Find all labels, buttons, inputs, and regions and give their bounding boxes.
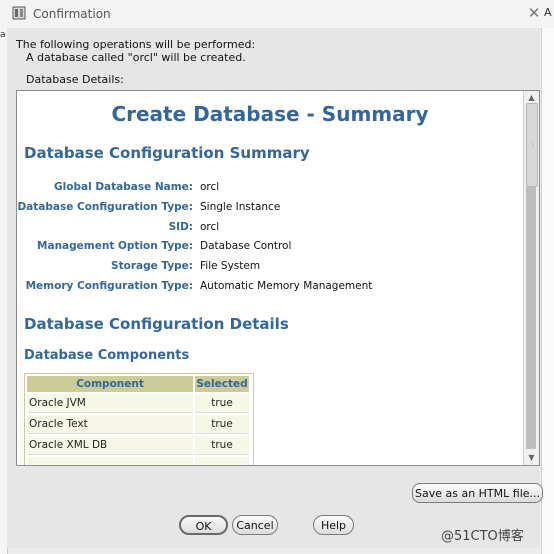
component-cell: Oracle XML DB <box>27 436 194 455</box>
config-details-heading: Database Configuration Details <box>24 315 289 333</box>
summary-content: Create Database - Summary Database Confi… <box>17 91 523 465</box>
grip-icon: ⋮ <box>530 141 536 148</box>
background-window-text-left: a <box>0 30 6 40</box>
watermark: @51CTO博客 <box>441 529 524 544</box>
scroll-track[interactable] <box>526 187 536 449</box>
table-row: Oracle JVM true <box>27 394 249 413</box>
scroll-thumb[interactable]: ⋮ <box>526 103 538 187</box>
close-icon[interactable]: ✕ <box>526 5 542 21</box>
selected-column-header: Selected <box>195 376 249 392</box>
help-button[interactable]: Help <box>313 515 354 535</box>
selected-cell: true <box>195 415 249 434</box>
app-icon <box>12 6 26 20</box>
global-db-name-value: orcl <box>200 181 220 193</box>
background-window-text: A <box>544 6 552 19</box>
table-row <box>27 457 249 465</box>
table-row: Oracle Text true <box>27 415 249 434</box>
ok-button[interactable]: OK <box>179 515 228 535</box>
management-option-label: Management Option Type: <box>37 240 193 252</box>
config-type-value: Single Instance <box>200 201 281 213</box>
config-summary-heading: Database Configuration Summary <box>24 144 310 162</box>
components-heading: Database Components <box>24 348 190 363</box>
table-row: Oracle XML DB true <box>27 436 249 455</box>
component-column-header: Component <box>27 376 194 392</box>
window-title: Confirmation <box>33 7 111 21</box>
scroll-down-arrow-icon[interactable]: ▼ <box>524 451 539 465</box>
right-window-edge <box>541 28 554 554</box>
config-type-label: Database Configuration Type: <box>17 201 193 213</box>
summary-pane[interactable]: Create Database - Summary Database Confi… <box>16 90 540 466</box>
selected-cell: true <box>195 394 249 413</box>
save-html-button[interactable]: Save as an HTML file... <box>412 483 543 503</box>
components-table: Component Selected Oracle JVM true Oracl… <box>24 373 254 465</box>
component-cell: Oracle JVM <box>27 394 194 413</box>
memory-config-label: Memory Configuration Type: <box>25 280 193 292</box>
vertical-scrollbar[interactable]: ▲ ⋮ ▼ <box>523 91 539 465</box>
database-details-label: Database Details: <box>26 73 124 86</box>
storage-type-label: Storage Type: <box>111 260 193 272</box>
intro-created-line: A database called "orcl" will be created… <box>26 51 246 64</box>
title-bar: Confirmation ✕ <box>0 0 554 29</box>
component-cell: Oracle Text <box>27 415 194 434</box>
sid-value: orcl <box>200 221 220 233</box>
storage-type-value: File System <box>200 260 261 272</box>
management-option-value: Database Control <box>200 240 292 252</box>
selected-cell: true <box>195 436 249 455</box>
global-db-name-label: Global Database Name: <box>54 181 193 193</box>
summary-title: Create Database - Summary <box>111 102 429 126</box>
intro-line: The following operations will be perform… <box>16 38 256 51</box>
sid-label: SID: <box>168 221 193 233</box>
component-cell <box>27 457 194 465</box>
selected-cell <box>195 457 249 465</box>
memory-config-value: Automatic Memory Management <box>200 280 373 292</box>
cancel-button[interactable]: Cancel <box>232 515 278 535</box>
